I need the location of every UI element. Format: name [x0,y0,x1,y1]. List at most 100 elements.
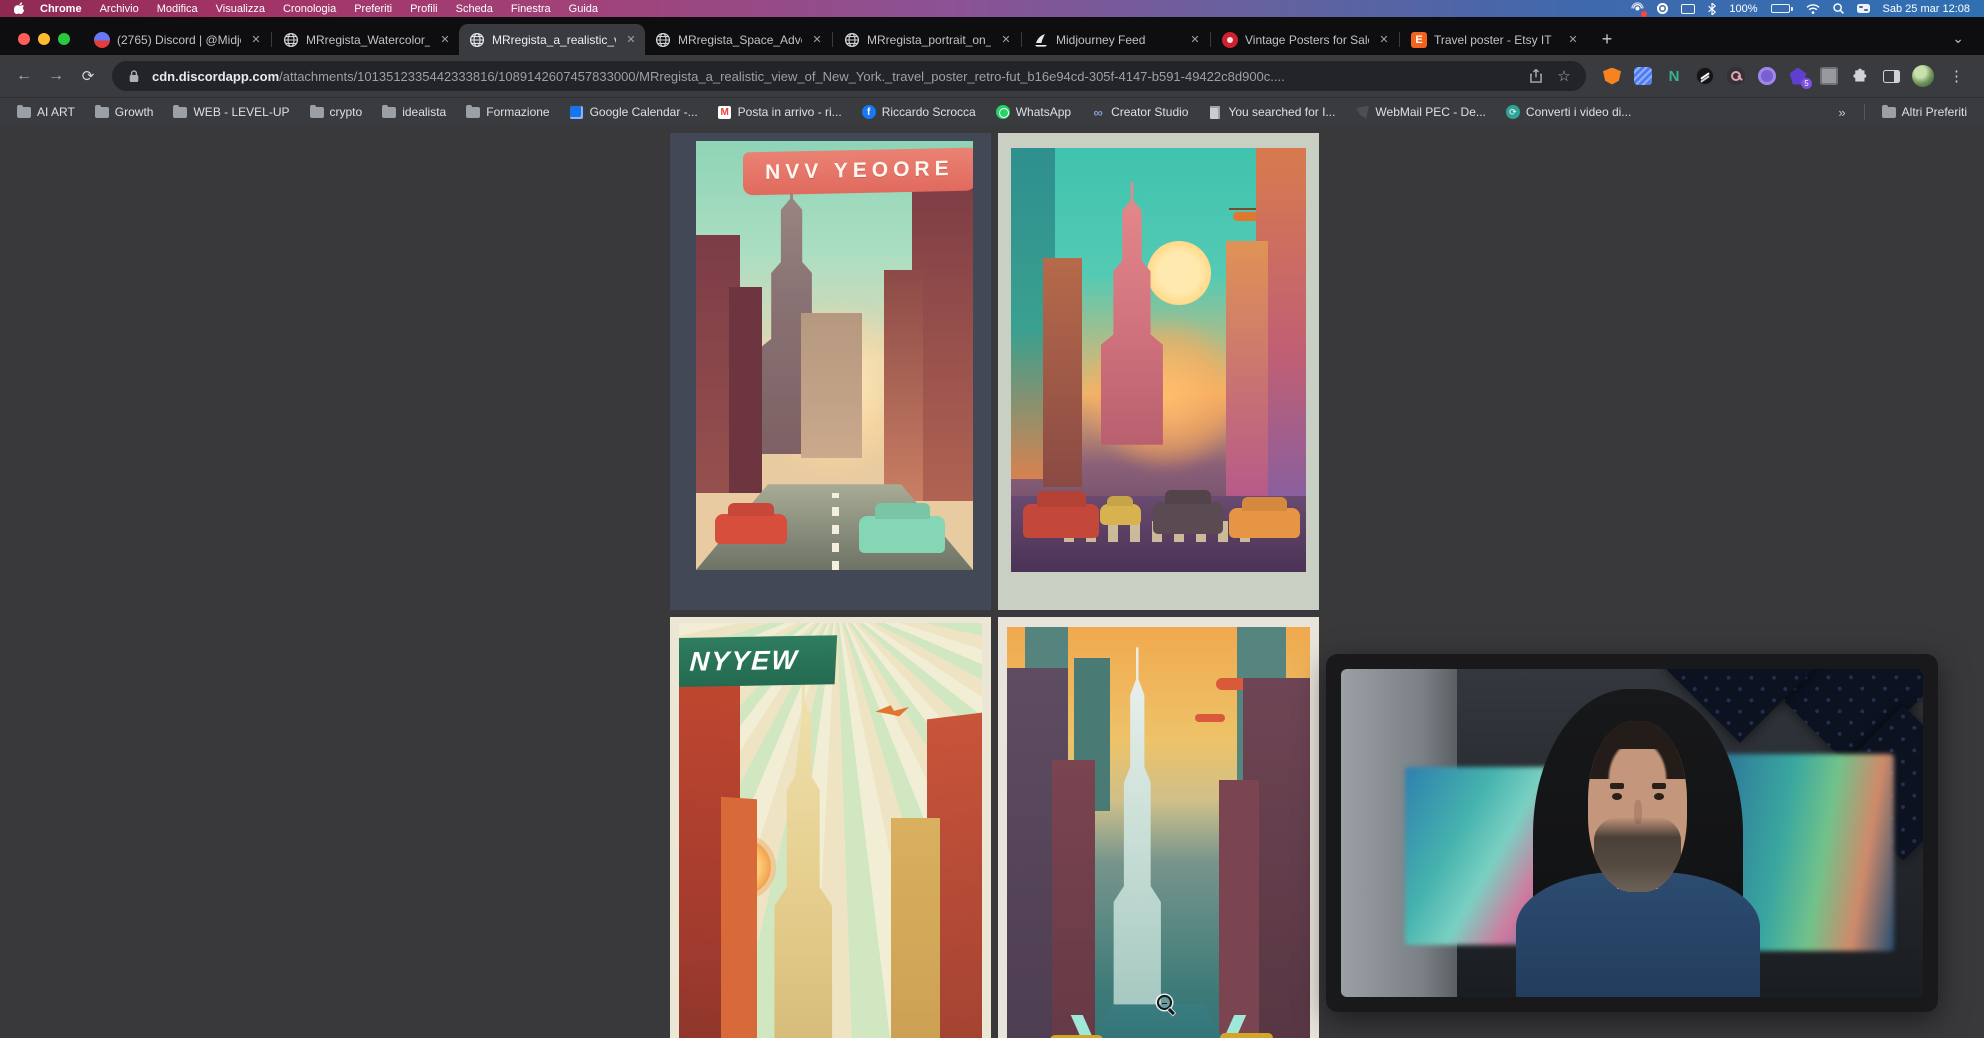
bookmark-gmail-inbox[interactable]: MPosta in arrivo - ri... [709,102,851,122]
menu-item-modifica[interactable]: Modifica [148,3,207,15]
gmail-icon: M [718,106,731,119]
spotlight-search-icon[interactable] [1833,3,1844,14]
tab-close-icon[interactable]: ✕ [1565,32,1581,48]
folder-icon [310,107,324,118]
bookmark-other-favorites[interactable]: Altri Preferiti [1873,102,1976,122]
chrome-menu-icon[interactable]: ⋮ [1945,67,1968,85]
side-panel-icon[interactable] [1881,66,1901,86]
blue-stripes-extension-icon[interactable] [1633,66,1653,86]
extensions-puzzle-icon[interactable] [1850,66,1870,86]
bookmark-star-icon[interactable]: ☆ [1554,66,1574,86]
zoom-cursor [1157,995,1172,1010]
midjourney-favicon [1033,32,1049,48]
poster-bottom-left: NYYEW [670,617,991,1038]
reload-button[interactable]: ⟳ [74,62,102,90]
bookmark-webmail-pec[interactable]: WebMail PEC - De... [1346,102,1494,122]
tab-etsy[interactable]: E Travel poster - Etsy IT ✕ [1401,24,1587,55]
menu-item-scheda[interactable]: Scheda [447,3,502,15]
menu-item-chrome[interactable]: Chrome [31,3,91,15]
tab-label: Vintage Posters for Sale | [1245,33,1369,47]
tab-discord[interactable]: (2765) Discord | @Midjou ✕ [84,24,270,55]
tab-close-icon[interactable]: ✕ [998,32,1014,48]
tab-close-icon[interactable]: ✕ [809,32,825,48]
menu-item-cronologia[interactable]: Cronologia [274,3,345,15]
dark-car [1153,502,1224,534]
back-button[interactable]: ← [10,62,38,90]
presenter-face [1588,721,1687,892]
mint-vintage-car [859,516,945,552]
menu-item-visualizza[interactable]: Visualizza [207,3,274,15]
tab-watercolor[interactable]: MRregista_Watercolor_Pa ✕ [273,24,459,55]
bluetooth-icon[interactable] [1708,3,1716,15]
tab-realistic-view-active[interactable]: MRregista_a_realistic_vie ✕ [459,24,645,55]
purple-circle-extension-icon[interactable] [1757,66,1777,86]
bookmark-label: Converti i video di... [1526,105,1631,119]
window-minimize-button[interactable] [38,33,50,45]
display-mirroring-icon[interactable] [1681,4,1695,14]
menu-item-archivio[interactable]: Archivio [91,3,148,15]
menu-item-finestra[interactable]: Finestra [502,3,560,15]
battery-icon[interactable] [1771,4,1793,13]
metamask-extension-icon[interactable] [1602,66,1622,86]
purple-badge-extension-icon[interactable]: 5 [1788,66,1808,86]
tab-close-icon[interactable]: ✕ [437,32,453,48]
share-icon[interactable] [1526,66,1546,86]
menu-item-profili[interactable]: Profili [401,3,447,15]
tab-close-icon[interactable]: ✕ [623,32,639,48]
bookmark-facebook-profile[interactable]: fRiccardo Scrocca [853,102,985,122]
globe-favicon [844,32,860,48]
bookmarks-divider [1864,104,1865,120]
folder-icon [95,107,109,118]
poster-banner-text: NVV YEOORE [743,148,973,196]
bookmark-growth[interactable]: Growth [86,102,163,122]
new-tab-button[interactable]: + [1593,25,1621,53]
tab-separator [1399,32,1400,47]
tab-close-icon[interactable]: ✕ [248,32,264,48]
midjourney-image-grid[interactable]: NVV YEOORE [670,133,1319,1038]
tab-search-chevron-icon[interactable]: ⌄ [1938,30,1978,47]
tab-close-icon[interactable]: ✕ [1187,32,1203,48]
menu-item-guida[interactable]: Guida [560,3,607,15]
green-n-extension-icon[interactable]: N [1664,66,1684,86]
red-car [1023,504,1100,538]
tab-label: (2765) Discord | @Midjou [117,33,241,47]
address-bar[interactable]: cdn.discordapp.com/attachments/101351233… [112,61,1586,91]
tab-close-icon[interactable]: ✕ [1376,32,1392,48]
bookmark-idealista[interactable]: idealista [373,102,455,122]
bookmark-crypto[interactable]: crypto [301,102,372,122]
bookmark-whatsapp[interactable]: WhatsApp [987,102,1080,122]
gray-grid-extension-icon[interactable] [1819,66,1839,86]
bookmark-you-searched[interactable]: You searched for I... [1199,102,1344,122]
profile-avatar[interactable] [1912,65,1934,87]
bookmark-ai-art[interactable]: AI ART [8,102,84,122]
convert-icon: ⟳ [1506,105,1520,119]
bookmark-formazione[interactable]: Formazione [457,102,558,122]
macos-menu-bar: Chrome Archivio Modifica Visualizza Cron… [0,0,1984,17]
tab-space-adventure[interactable]: MRregista_Space_Advent ✕ [645,24,831,55]
tab-midjourney-feed[interactable]: Midjourney Feed ✕ [1023,24,1209,55]
sun-illustration [1147,241,1211,305]
menu-bar-clock[interactable]: Sab 25 mar 12:08 [1883,3,1970,15]
tab-vintage-posters[interactable]: Vintage Posters for Sale | ✕ [1212,24,1398,55]
screen-recording-icon[interactable] [1631,2,1644,15]
wifi-icon[interactable] [1806,4,1820,14]
window-zoom-button[interactable] [58,33,70,45]
control-center-icon[interactable] [1857,4,1870,13]
dark-circle-extension-icon[interactable] [1695,66,1715,86]
window-close-button[interactable] [18,33,30,45]
url-path: /attachments/1013512335442333816/1089142… [279,69,1285,84]
record-stop-icon[interactable] [1657,3,1668,14]
password-key-extension-icon[interactable] [1726,66,1746,86]
bookmark-creator-studio[interactable]: ∞Creator Studio [1082,102,1197,122]
bookmark-converti-video[interactable]: ⟳ Converti i video di... [1497,102,1640,122]
apple-menu-icon[interactable] [14,2,27,15]
tab-portrait[interactable]: MRregista_portrait_on_a_ ✕ [834,24,1020,55]
forward-button[interactable]: → [42,62,70,90]
bookmark-label: Formazione [486,105,549,119]
menu-item-preferiti[interactable]: Preferiti [345,3,401,15]
bookmark-label: AI ART [37,105,75,119]
bookmark-label: You searched for I... [1228,105,1335,119]
bookmarks-overflow-chevron[interactable]: » [1828,105,1855,120]
bookmark-web-levelup[interactable]: WEB - LEVEL-UP [164,102,298,122]
bookmark-google-calendar[interactable]: Google Calendar -... [561,102,707,122]
